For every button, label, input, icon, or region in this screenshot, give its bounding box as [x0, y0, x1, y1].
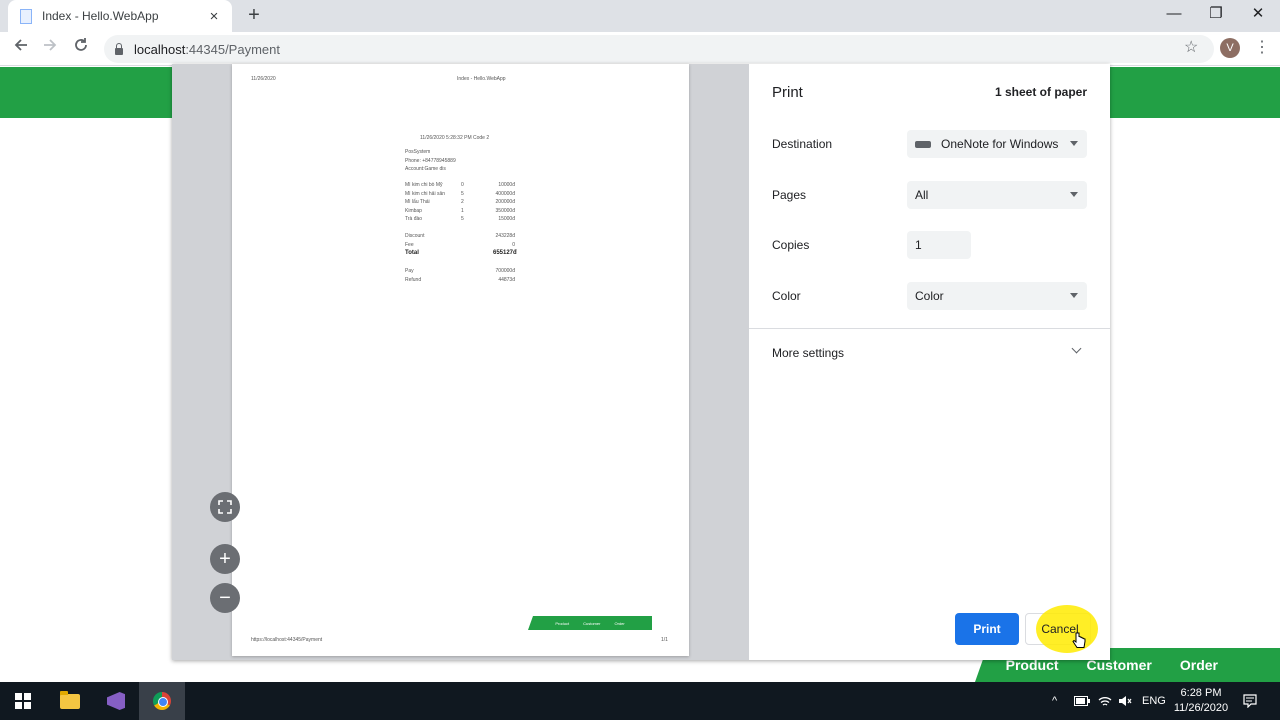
browser-tab[interactable]: Index - Hello.WebApp ×	[8, 0, 232, 32]
print-preview-pane: 11/26/2020 Index - Hello.WebApp 11/26/20…	[172, 64, 749, 660]
receipt-item-row: Trà đào 5 15000đ	[405, 216, 515, 222]
receipt-item-row: Mì kim chi hải sản 5 400000đ	[405, 190, 515, 197]
zoom-in-icon[interactable]: +	[210, 544, 240, 574]
battery-icon[interactable]	[1074, 682, 1090, 720]
destination-select[interactable]: OneNote for Windows	[907, 130, 1087, 158]
print-settings-panel: Print 1 sheet of paper Destination OneNo…	[749, 64, 1110, 660]
hand-cursor-icon	[1072, 632, 1086, 648]
bookmark-star-icon[interactable]: ☆	[1184, 37, 1198, 57]
discount-row: Discount 243228đ	[405, 233, 515, 239]
preview-nav-item: Customer	[583, 620, 601, 626]
visual-studio-button[interactable]	[93, 682, 139, 720]
dropdown-arrow-icon	[1070, 293, 1078, 298]
preview-page: 11/26/2020 Index - Hello.WebApp 11/26/20…	[232, 64, 689, 656]
new-tab-button[interactable]: +	[244, 4, 264, 26]
restore-button[interactable]: ❐	[1194, 0, 1238, 30]
preview-header-date: 11/26/2020	[251, 76, 276, 82]
fee-row: Fee 0	[405, 241, 515, 248]
lock-icon	[114, 43, 124, 55]
volume-muted-icon[interactable]	[1118, 682, 1132, 720]
copies-label: Copies	[772, 238, 810, 252]
print-button[interactable]: Print	[955, 613, 1019, 645]
more-settings-toggle[interactable]: More settings	[772, 346, 844, 360]
receipt-shop-info: PosSystem Phone: +84778945889 Account:Ga…	[405, 148, 456, 174]
color-value: Color	[915, 289, 944, 303]
receipt-summary: Discount 243228đ Fee 0 Total 655127đ	[405, 232, 517, 258]
wifi-icon[interactable]	[1098, 682, 1112, 720]
forward-arrow-icon[interactable]	[38, 37, 62, 61]
minimize-button[interactable]: —	[1152, 0, 1196, 30]
preview-footer-nav: Product Customer Order	[528, 616, 652, 630]
destination-label: Destination	[772, 137, 833, 151]
receipt-item-row: Mì lẩu Thái 2 200000đ	[405, 199, 515, 205]
preview-nav-item: Product	[555, 620, 570, 626]
url-path: :44345/Payment	[185, 41, 280, 57]
shop-name: PosSystem	[405, 149, 431, 155]
profile-avatar[interactable]: V	[1220, 38, 1240, 58]
destination-value: OneNote for Windows	[941, 137, 1059, 151]
tab-strip: Index - Hello.WebApp × + — ❐ ✕	[0, 0, 1280, 32]
pages-value: All	[915, 188, 929, 202]
browser-menu-icon[interactable]: ⋮	[1254, 38, 1270, 58]
refund-row: Refund 44873đ	[405, 276, 515, 283]
pay-row: Pay 700000đ	[405, 268, 515, 274]
taskbar: ^ ENG 6:28 PM 11/26/2020	[0, 682, 1280, 720]
system-clock[interactable]: 6:28 PM 11/26/2020	[1170, 686, 1232, 716]
preview-nav-item: Order	[614, 620, 625, 626]
dropdown-arrow-icon	[1070, 192, 1078, 197]
visual-studio-icon	[107, 692, 125, 710]
dropdown-arrow-icon	[1070, 141, 1078, 146]
divider	[749, 328, 1110, 329]
zoom-out-icon[interactable]: −	[210, 583, 240, 613]
file-explorer-button[interactable]	[47, 682, 93, 720]
start-button[interactable]	[0, 682, 46, 720]
print-title: Print	[772, 84, 803, 101]
color-label: Color	[772, 289, 801, 303]
fit-to-page-icon[interactable]	[210, 492, 240, 522]
sheet-count: 1 sheet of paper	[994, 85, 1087, 99]
windows-logo-icon	[15, 693, 31, 709]
url-host: localhost	[134, 41, 186, 57]
back-arrow-icon[interactable]	[9, 37, 33, 61]
close-tab-icon[interactable]: ×	[206, 8, 222, 25]
address-bar[interactable]: localhost :44345/Payment	[104, 35, 1214, 63]
chrome-button[interactable]	[139, 682, 185, 720]
receipt-item-row: Mì kim chi bò Mỹ 0 10000đ	[405, 182, 515, 188]
shop-account: Account:Game dis	[405, 166, 446, 172]
chrome-icon	[153, 692, 171, 710]
tray-chevron-icon[interactable]: ^	[1052, 682, 1057, 720]
total-row: Total 655127đ	[405, 250, 517, 256]
receipt-payment: Pay 700000đ Refund 44873đ	[405, 267, 515, 284]
receipt-date: 11/26/2020 5:28:32 PM Code 2	[420, 135, 490, 141]
folder-icon	[60, 690, 80, 709]
close-window-button[interactable]: ✕	[1236, 0, 1280, 30]
browser-toolbar: localhost :44345/Payment	[0, 32, 1280, 66]
preview-header-title: Index - Hello.WebApp	[457, 76, 506, 82]
notification-icon[interactable]	[1243, 682, 1257, 720]
print-dialog: 11/26/2020 Index - Hello.WebApp 11/26/20…	[172, 64, 1110, 660]
pages-label: Pages	[772, 188, 807, 202]
clock-time: 6:28 PM	[1180, 687, 1222, 699]
copies-input[interactable]: 1	[907, 231, 971, 259]
nav-order-link[interactable]: Order	[1180, 657, 1218, 673]
chevron-down-icon[interactable]	[1071, 343, 1082, 354]
color-select[interactable]: Color	[907, 282, 1087, 310]
reload-icon[interactable]	[69, 37, 93, 61]
receipt-item-row: Kimbap 1 350000đ	[405, 207, 515, 214]
tab-title: Index - Hello.WebApp	[42, 9, 159, 23]
pages-select[interactable]: All	[907, 181, 1087, 209]
clock-date: 11/26/2020	[1173, 702, 1229, 714]
preview-page-number: 1/1	[661, 637, 668, 643]
printer-icon	[915, 138, 931, 152]
page-favicon-icon	[18, 8, 32, 24]
input-language[interactable]: ENG	[1142, 682, 1166, 720]
shop-phone: Phone: +84778945889	[405, 157, 456, 164]
preview-footer-url: https://localhost:44345/Payment	[251, 637, 323, 643]
receipt-items: Mì kim chi bò Mỹ 0 10000đ Mì kim chi hải s…	[405, 181, 515, 224]
